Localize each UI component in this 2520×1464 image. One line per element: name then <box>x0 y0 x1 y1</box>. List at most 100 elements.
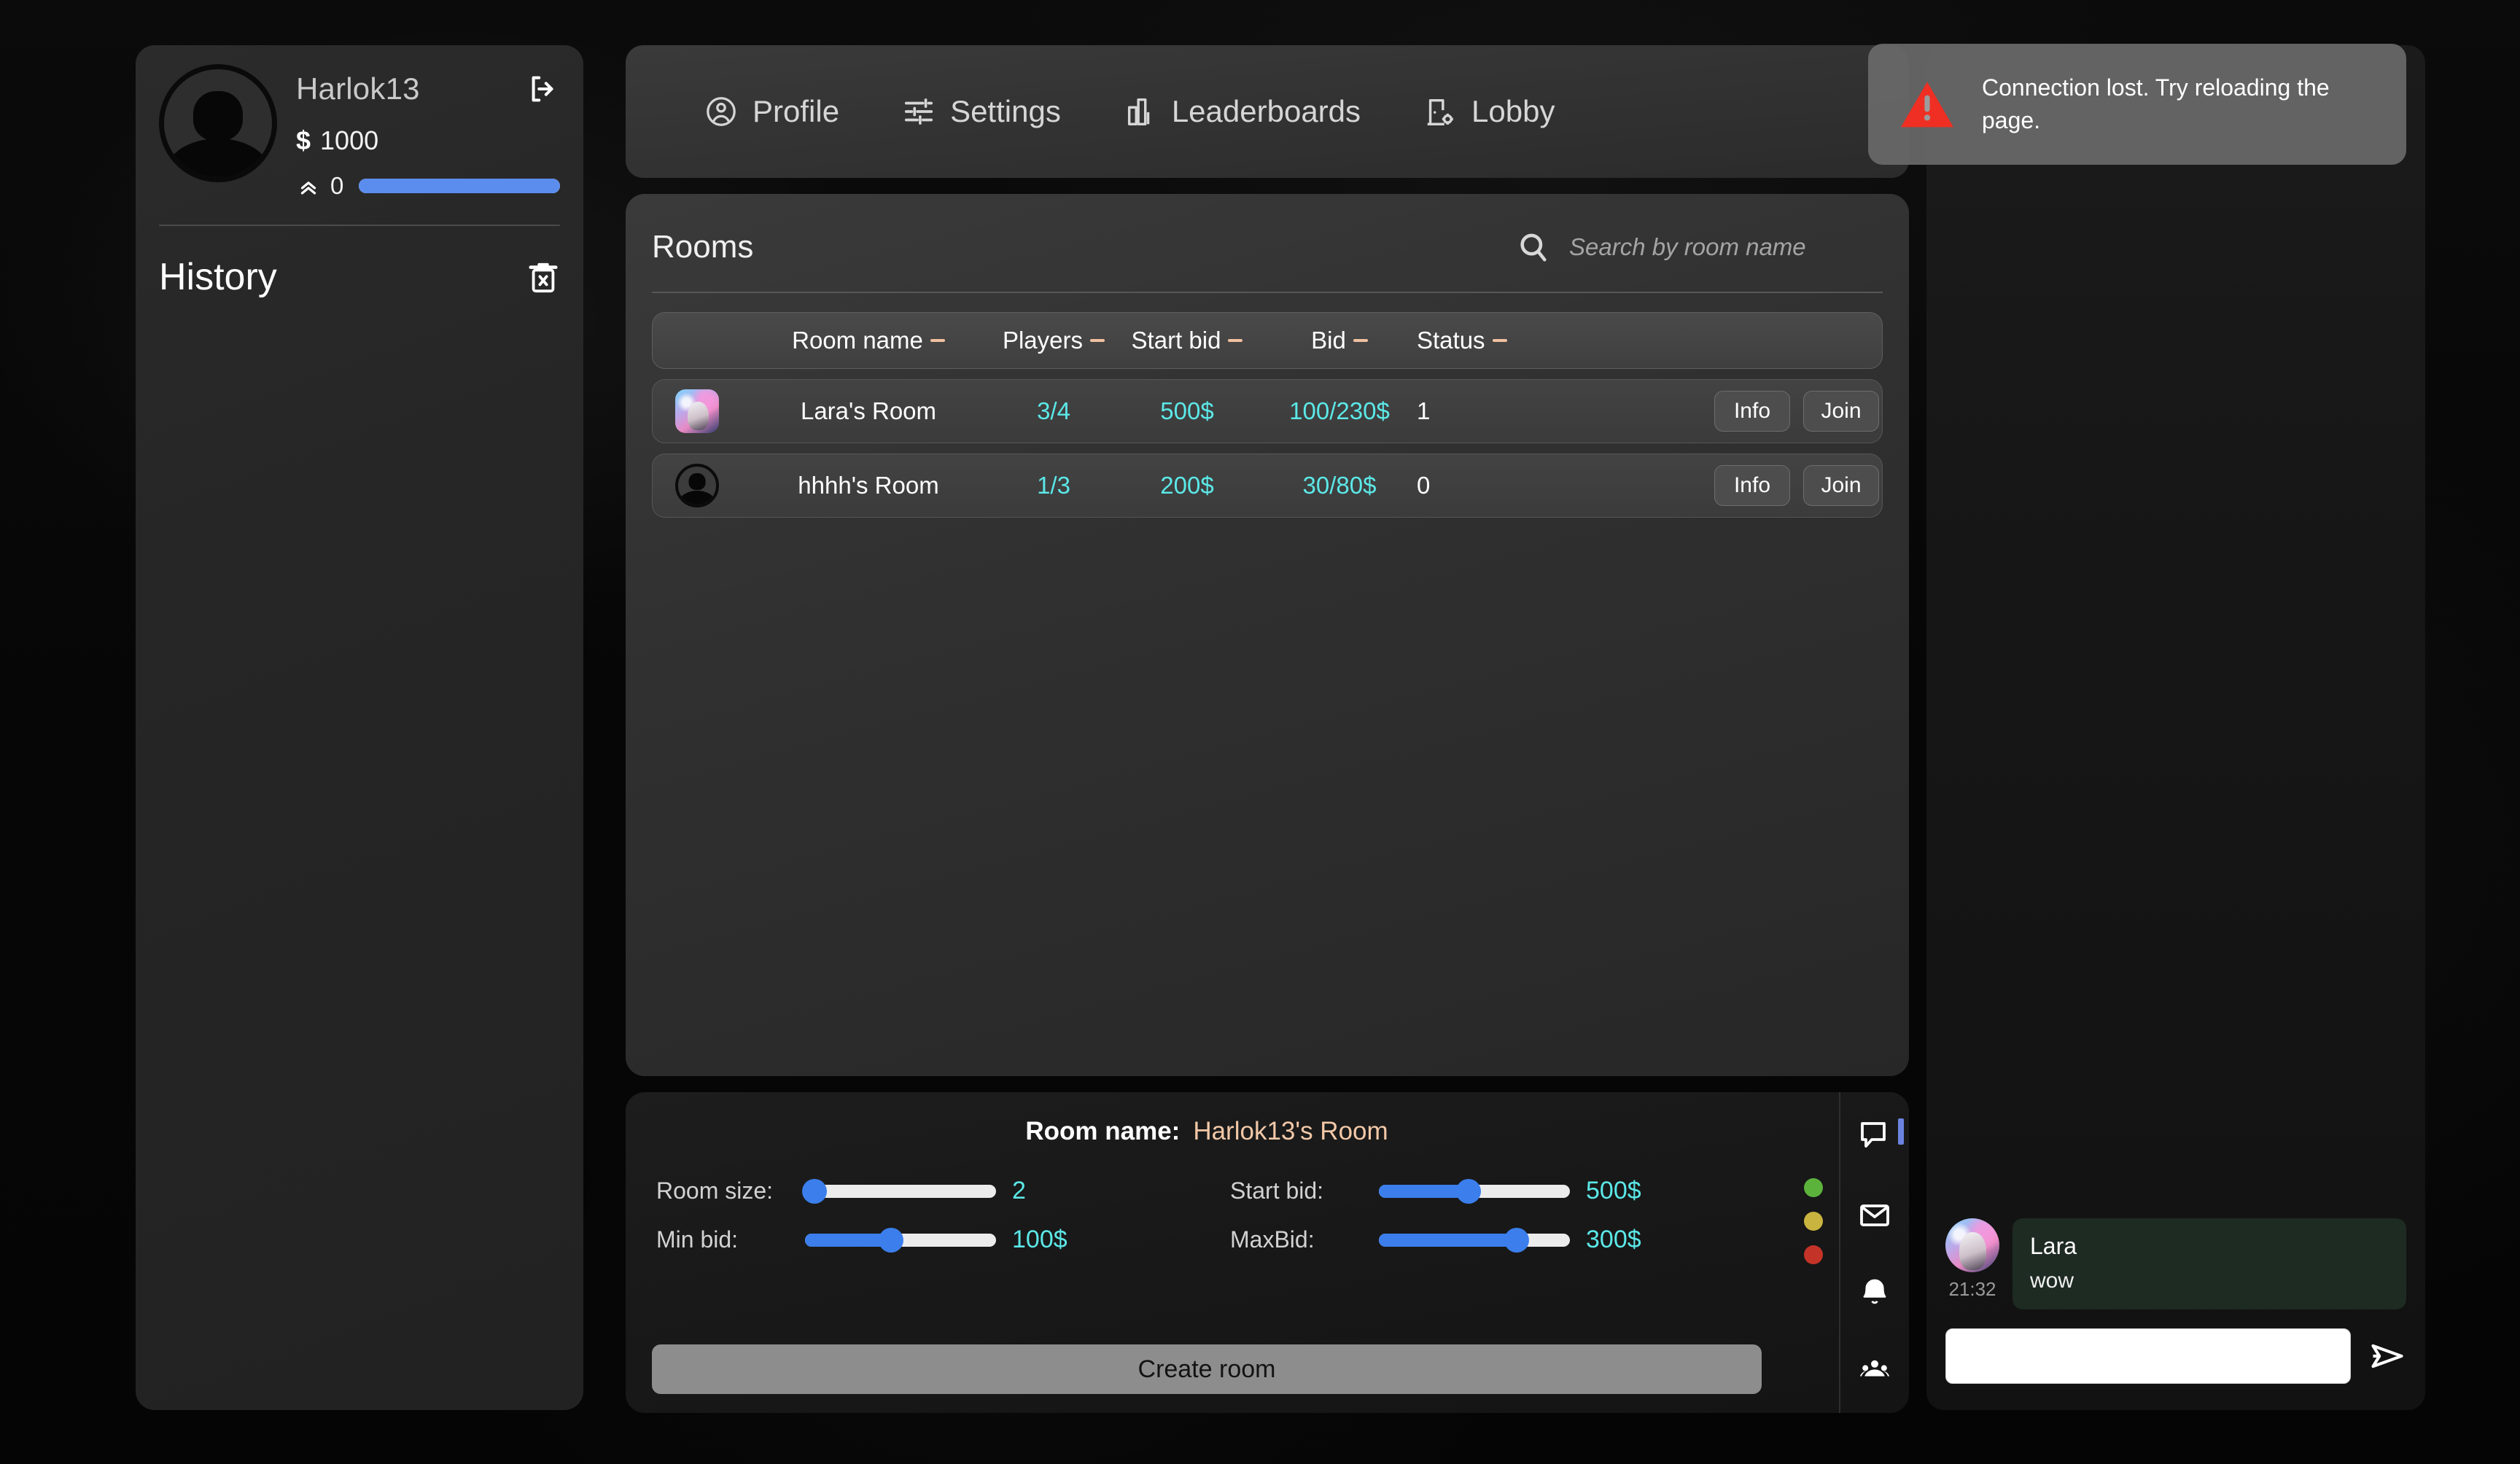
username-label: Harlok13 <box>296 71 420 106</box>
rooms-panel: Rooms Room name Players Start bid <box>626 194 1909 1076</box>
nav-item-leaderboards[interactable]: Leaderboards <box>1124 94 1361 129</box>
sliders-icon <box>904 98 933 125</box>
slider-thumb[interactable] <box>878 1227 903 1253</box>
nav-item-lobby[interactable]: Lobby <box>1423 94 1555 129</box>
nav-item-settings[interactable]: Settings <box>902 94 1061 129</box>
nav-label-profile: Profile <box>752 94 840 128</box>
chat-input-row <box>1926 1328 2425 1410</box>
slider-label-room-size: Room size: <box>656 1177 774 1204</box>
nav-item-profile[interactable]: Profile <box>704 94 839 129</box>
create-room-button[interactable]: Create room <box>652 1344 1762 1394</box>
character-art-avatar <box>1945 1218 1999 1272</box>
mail-icon[interactable] <box>1857 1198 1892 1233</box>
xp-progress-fill <box>359 179 560 193</box>
level-value: 0 <box>330 172 344 199</box>
slider-track-min-bid[interactable] <box>805 1227 996 1253</box>
character-art-avatar <box>675 389 719 433</box>
default-avatar-icon <box>675 464 719 507</box>
panel-side-rail <box>1839 1092 1909 1413</box>
double-chevron-up-icon <box>300 182 316 195</box>
room-bid-cell: 100/230$ <box>1289 397 1390 424</box>
rooms-table-header: Room name Players Start bid Bid Status <box>652 312 1883 369</box>
history-title: History <box>159 256 277 298</box>
chat-input[interactable] <box>1945 1328 2351 1384</box>
slider-thumb[interactable] <box>802 1178 828 1204</box>
chat-message-bubble: Lara wow <box>2012 1218 2406 1309</box>
column-label-start-bid: Start bid <box>1131 327 1221 354</box>
bar-chart-icon <box>1127 98 1150 125</box>
profile-card: Harlok13 $ 1000 0 <box>159 64 560 200</box>
slider-track-room-size[interactable] <box>802 1178 996 1204</box>
chat-active-indicator <box>1898 1118 1904 1145</box>
column-header-players[interactable]: Players <box>995 327 1112 354</box>
slider-start-bid: Start bid: 500$ <box>1230 1177 1757 1205</box>
slider-max-bid: MaxBid: 300$ <box>1230 1226 1757 1254</box>
room-name-label: Room name: <box>1025 1117 1181 1145</box>
table-row[interactable]: Lara's Room 3/4 500$ 100/230$ 1 Info Joi… <box>652 379 1883 443</box>
room-players-cell: 1/3 <box>1037 472 1070 499</box>
nav-label-settings: Settings <box>950 94 1061 128</box>
chat-message-meta: 21:32 <box>1945 1218 1999 1301</box>
red-status-dot[interactable] <box>1804 1245 1823 1264</box>
join-button[interactable]: Join <box>1803 391 1879 432</box>
trash-x-icon[interactable] <box>526 259 560 295</box>
money-row: $ 1000 <box>296 125 560 156</box>
currency-symbol: $ <box>296 125 311 155</box>
room-name-value[interactable]: Harlok13's Room <box>1193 1117 1388 1146</box>
rooms-divider <box>652 292 1883 293</box>
main-navbar: Profile Settings Leaderboards Lobby <box>626 45 1909 178</box>
chat-message-list: 21:32 Lara wow <box>1926 45 2425 1328</box>
column-header-bid[interactable]: Bid <box>1262 327 1417 354</box>
room-name-cell: hhhh's Room <box>798 472 939 499</box>
logout-icon[interactable] <box>526 72 560 106</box>
nav-label-leaderboards: Leaderboards <box>1171 94 1361 128</box>
door-gear-icon <box>1427 98 1453 125</box>
send-icon[interactable] <box>2368 1337 2406 1375</box>
slider-thumb[interactable] <box>1456 1178 1482 1204</box>
profile-info: Harlok13 $ 1000 0 <box>296 64 560 200</box>
bell-icon[interactable] <box>1857 1276 1892 1311</box>
sidebar-divider <box>159 225 560 226</box>
people-group-icon[interactable] <box>1857 1353 1892 1388</box>
column-header-room-name[interactable]: Room name <box>742 327 995 354</box>
xp-progress-bar <box>359 179 560 193</box>
chat-message: 21:32 Lara wow <box>1945 1218 2406 1309</box>
green-status-dot[interactable] <box>1804 1178 1823 1197</box>
left-sidebar: Harlok13 $ 1000 0 History <box>136 45 583 1410</box>
room-players-cell: 3/4 <box>1037 397 1070 424</box>
nav-label-lobby: Lobby <box>1471 94 1555 128</box>
connection-lost-toast[interactable]: Connection lost. Try reloading the page. <box>1868 44 2406 165</box>
info-button[interactable]: Info <box>1714 391 1790 432</box>
room-actions: Info Join <box>1528 465 1882 506</box>
room-start-bid-cell: 500$ <box>1160 397 1214 424</box>
slider-value-min-bid: 100$ <box>1012 1226 1068 1253</box>
column-label-players: Players <box>1002 327 1084 354</box>
profile-circle-icon <box>707 97 736 126</box>
join-button[interactable]: Join <box>1803 465 1879 506</box>
slider-track-max-bid[interactable] <box>1379 1227 1570 1253</box>
search-input[interactable] <box>1569 233 1883 261</box>
table-row[interactable]: hhhh's Room 1/3 200$ 30/80$ 0 Info Join <box>652 453 1883 518</box>
level-row: 0 <box>296 172 560 200</box>
yellow-status-dot[interactable] <box>1804 1212 1823 1231</box>
history-header: History <box>159 255 560 299</box>
sort-indicator-icon <box>1228 339 1243 342</box>
search-bar <box>1517 230 1883 264</box>
chat-message-text: wow <box>2030 1269 2074 1293</box>
column-header-start-bid[interactable]: Start bid <box>1112 327 1262 354</box>
room-name-cell: Lara's Room <box>800 397 937 424</box>
slider-value-start-bid: 500$ <box>1586 1177 1641 1204</box>
info-button[interactable]: Info <box>1714 465 1790 506</box>
room-actions: Info Join <box>1528 391 1882 432</box>
profile-top-row: Harlok13 <box>296 71 560 106</box>
create-room-form: Room name: Harlok13's Room Room size: 2 … <box>626 1092 1788 1413</box>
slider-track-start-bid[interactable] <box>1379 1178 1570 1204</box>
toast-message: Connection lost. Try reloading the page. <box>1982 74 2330 133</box>
slider-thumb[interactable] <box>1504 1227 1529 1253</box>
sliders-grid: Room size: 2 Start bid: 500$ Min bid: 10… <box>652 1177 1762 1254</box>
search-icon[interactable] <box>1517 230 1550 264</box>
column-header-status[interactable]: Status <box>1417 327 1528 354</box>
chat-bubble-icon[interactable] <box>1857 1117 1892 1152</box>
chat-message-author: Lara <box>2030 1233 2077 1259</box>
column-label-room-name: Room name <box>792 327 923 354</box>
